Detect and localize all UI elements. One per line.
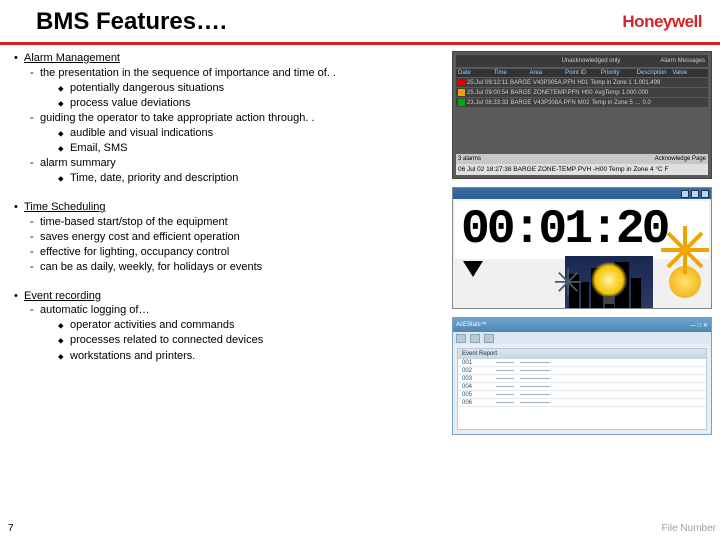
- event-row: 001————————: [458, 359, 706, 367]
- status-square-red: [458, 79, 465, 86]
- file-number-label: File Number: [662, 523, 716, 534]
- alarm-caption: 06 Jul 02 18:27:38 BARGE ZONE-TEMP PVH -…: [456, 164, 708, 175]
- illustration-column: Unacknowledged only Alarm Messages DateTi…: [452, 51, 712, 435]
- sub-text: saves energy cost and efficient operatio…: [40, 230, 446, 245]
- item: Email, SMS: [70, 141, 446, 156]
- item: operator activities and commands: [70, 318, 446, 333]
- bullet-column: •Alarm Management -the presentation in t…: [14, 51, 446, 435]
- status-square-orange: [458, 89, 465, 96]
- alarm-count: 3 alarms: [458, 156, 481, 162]
- sub-text: automatic logging of…: [40, 303, 446, 318]
- brand-logo: Honeywell: [622, 12, 702, 32]
- alarm-row: 23.Jul08:33:33BARGEV43P308A.PFNM02Temp i…: [456, 98, 708, 107]
- arrow-down-icon: [463, 261, 483, 277]
- slide-title: BMS Features….: [36, 8, 227, 36]
- lightbulb-icon: [591, 262, 627, 298]
- alarm-row: 25.Jul09:12:11BARGEV43P305A.PFNH01Temp i…: [456, 78, 708, 87]
- scheduler-screenshot: 00:01:20 ✳: [452, 187, 712, 309]
- item: audible and visual indications: [70, 126, 446, 141]
- alarm-col-headers: DateTimeAreaPoint IDPriorityDescriptionV…: [456, 69, 708, 77]
- sun-icon: [653, 250, 712, 309]
- event-row: 006————————: [458, 399, 706, 407]
- event-row: 005————————: [458, 391, 706, 399]
- event-report-title: Event Report: [458, 349, 706, 359]
- page-number: 7: [8, 523, 14, 534]
- slide-header: BMS Features…. Honeywell: [0, 0, 720, 45]
- alarm-row: 25.Jul09:00:54BARGEZONETEMP.PFNH00AvgTem…: [456, 88, 708, 97]
- toolbar-icon: [456, 334, 466, 343]
- item: process value deviations: [70, 96, 446, 111]
- item: Time, date, priority and description: [70, 171, 446, 186]
- alarm-tab: Unacknowledged only: [562, 58, 621, 64]
- alarm-menu: Alarm Messages: [660, 58, 705, 64]
- toolbar-icon: [470, 334, 480, 343]
- window-close-icon: [701, 190, 709, 198]
- sub-text: effective for lighting, occupancy contro…: [40, 245, 446, 260]
- item: potentially dangerous situations: [70, 81, 446, 96]
- sub-text: can be as daily, weekly, for holidays or…: [40, 260, 446, 275]
- section-title: Time Scheduling: [24, 200, 446, 215]
- sub-text: the presentation in the sequence of impo…: [40, 66, 446, 81]
- section-event: •Event recording -automatic logging of… …: [14, 289, 446, 364]
- status-square-green: [458, 99, 465, 106]
- window-max-icon: [691, 190, 699, 198]
- event-row: 003————————: [458, 375, 706, 383]
- bullet-dot: •: [14, 51, 24, 66]
- section-title: Alarm Management: [24, 51, 446, 66]
- window-min-icon: [681, 190, 689, 198]
- event-app-name: AcEStats™: [456, 322, 487, 328]
- slide-footer: 7 File Number: [0, 523, 720, 534]
- sub-text: guiding the operator to take appropriate…: [40, 111, 446, 126]
- event-row: 004————————: [458, 383, 706, 391]
- sub-text: time-based start/stop of the equipment: [40, 215, 446, 230]
- item: processes related to connected devices: [70, 333, 446, 348]
- section-scheduling: •Time Scheduling -time-based start/stop …: [14, 200, 446, 274]
- snowflake-icon: ✳: [553, 262, 583, 304]
- sub-text: alarm summary: [40, 156, 446, 171]
- window-controls-icon: — □ ✕: [690, 322, 708, 329]
- event-report-screenshot: AcEStats™— □ ✕ Event Report 001———————— …: [452, 317, 712, 435]
- alarm-screenshot: Unacknowledged only Alarm Messages DateTi…: [452, 51, 712, 179]
- item: workstations and printers.: [70, 349, 446, 364]
- section-title: Event recording: [24, 289, 446, 304]
- event-row: 002————————: [458, 367, 706, 375]
- ack-page-button: Acknowledge Page: [655, 156, 706, 162]
- section-alarm: •Alarm Management -the presentation in t…: [14, 51, 446, 186]
- slide-body: •Alarm Management -the presentation in t…: [0, 45, 720, 435]
- toolbar-icon: [484, 334, 494, 343]
